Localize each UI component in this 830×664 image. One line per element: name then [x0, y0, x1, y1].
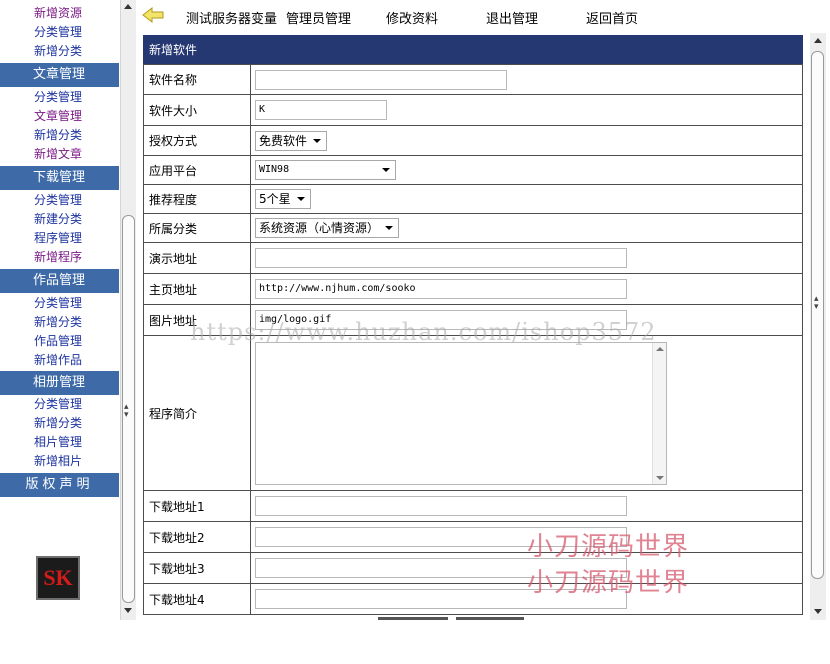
category-label: 所属分类: [143, 213, 251, 243]
chevron-down-icon: [296, 197, 305, 201]
nav-link-edit-profile[interactable]: 修改资料: [386, 8, 438, 27]
scroll-grip-icon: ▴ ▾: [814, 294, 819, 312]
scroll-up-arrow-icon[interactable]: [814, 38, 822, 43]
homepage-url-input[interactable]: http://www.njhum.com/sooko: [255, 279, 627, 299]
license-type-label: 授权方式: [143, 125, 251, 156]
download-url-1-input[interactable]: [255, 496, 627, 516]
download-url-3-label: 下载地址3: [143, 552, 251, 584]
chevron-down-icon: [382, 168, 390, 172]
watermark-brand-repeat: 小刀源码世界: [527, 568, 690, 598]
intro-textarea[interactable]: [255, 341, 667, 485]
reset-button-edge[interactable]: [456, 617, 524, 620]
scroll-down-arrow-icon[interactable]: [814, 609, 822, 614]
download-url-2-label: 下载地址2: [143, 521, 251, 553]
sidebar-item-7[interactable]: 新增文章: [34, 145, 82, 164]
sidebar-item-6[interactable]: 新增分类: [34, 126, 82, 145]
sidebar-item-1[interactable]: 分类管理: [34, 23, 82, 42]
sidebar-item-22[interactable]: 新增相片: [34, 452, 82, 471]
software-name-input[interactable]: [255, 69, 507, 90]
rating-select[interactable]: 5个星: [255, 189, 311, 209]
sidebar-item-2[interactable]: 新增分类: [34, 42, 82, 61]
page-scroll-thumb[interactable]: [811, 51, 824, 579]
license-type-value: 免费软件: [259, 133, 308, 148]
license-type-select[interactable]: 免费软件: [255, 130, 328, 151]
sidebar-item-4[interactable]: 分类管理: [34, 88, 82, 107]
top-navigation-bar: 测试服务器变量 管理员管理 修改资料 退出管理 返回首页: [136, 0, 830, 33]
platform-select[interactable]: WIN98: [255, 160, 396, 180]
sidebar-item-15[interactable]: 新增分类: [34, 313, 82, 332]
sidebar-item-16[interactable]: 作品管理: [34, 332, 82, 351]
software-name-label: 软件名称: [143, 64, 251, 95]
sidebar-section-8[interactable]: 下载管理: [0, 166, 119, 190]
sidebar-item-14[interactable]: 分类管理: [34, 294, 82, 313]
page-scrollbar[interactable]: ▴ ▾: [810, 33, 826, 620]
download-url-4-label: 下载地址4: [143, 583, 251, 615]
watermark-brand: 小刀源码世界: [527, 532, 690, 562]
rating-value: 5个星: [259, 192, 291, 206]
scroll-down-arrow-icon[interactable]: [656, 475, 664, 480]
intro-label: 程序简介: [143, 335, 251, 491]
sidebar-item-20[interactable]: 新增分类: [34, 414, 82, 433]
sidebar-section-18[interactable]: 相册管理: [0, 371, 119, 395]
scroll-down-arrow-icon[interactable]: [124, 608, 132, 613]
sidebar-section-13[interactable]: 作品管理: [0, 269, 119, 293]
logo-text: SK: [43, 565, 73, 590]
scroll-up-arrow-icon[interactable]: [656, 346, 664, 351]
download-url-1-label: 下载地址1: [143, 490, 251, 522]
scroll-up-arrow-icon[interactable]: [124, 4, 132, 9]
sidebar-item-0[interactable]: 新增资源: [34, 4, 82, 23]
sidebar-scrollbar[interactable]: ▴ ▾: [120, 0, 136, 620]
sidebar-item-10[interactable]: 新建分类: [34, 210, 82, 229]
chevron-down-icon: [313, 138, 322, 143]
textarea-scrollbar[interactable]: [652, 342, 666, 484]
category-select[interactable]: 系统资源（心情资源）: [255, 218, 400, 238]
submit-buttons-cut[interactable]: [378, 617, 524, 620]
homepage-url-label: 主页地址: [143, 273, 251, 305]
submit-button-edge[interactable]: [378, 617, 448, 620]
sidebar: 新增资源 分类管理 新增分类 文章管理 分类管理 文章管理 新增分类 新增文章 下载管理 分类管理…: [0, 0, 121, 620]
nav-link-server-variables[interactable]: 测试服务器变量: [186, 8, 277, 27]
rating-label: 推荐程度: [143, 184, 251, 214]
watermark-url: https://www.huzhan.com/ishop3572: [190, 318, 657, 346]
software-size-input[interactable]: K: [255, 100, 387, 120]
software-size-label: 软件大小: [143, 94, 251, 126]
category-value: 系统资源（心情资源）: [259, 221, 380, 235]
sidebar-copyright[interactable]: 版权声明: [0, 473, 119, 497]
demo-url-label: 演示地址: [143, 242, 251, 274]
sidebar-item-19[interactable]: 分类管理: [34, 395, 82, 414]
nav-link-admin-management[interactable]: 管理员管理: [286, 8, 351, 27]
platform-value: WIN98: [259, 164, 290, 175]
site-logo: SK: [36, 556, 80, 600]
sidebar-item-5[interactable]: 文章管理: [34, 107, 82, 126]
nav-link-logout[interactable]: 退出管理: [486, 8, 538, 27]
sidebar-item-21[interactable]: 相片管理: [34, 433, 82, 452]
sidebar-section-3[interactable]: 文章管理: [0, 63, 119, 87]
nav-link-home[interactable]: 返回首页: [586, 8, 638, 27]
sidebar-item-17[interactable]: 新增作品: [34, 351, 82, 370]
form-title: 新增软件: [143, 35, 803, 64]
back-arrow-icon[interactable]: [142, 7, 164, 23]
chevron-down-icon: [385, 226, 394, 230]
sidebar-item-12[interactable]: 新增程序: [34, 248, 82, 267]
scroll-grip-icon: ▴ ▾: [124, 402, 129, 420]
demo-url-input[interactable]: [255, 248, 627, 268]
platform-label: 应用平台: [143, 155, 251, 185]
sidebar-item-11[interactable]: 程序管理: [34, 229, 82, 248]
sidebar-item-9[interactable]: 分类管理: [34, 191, 82, 210]
